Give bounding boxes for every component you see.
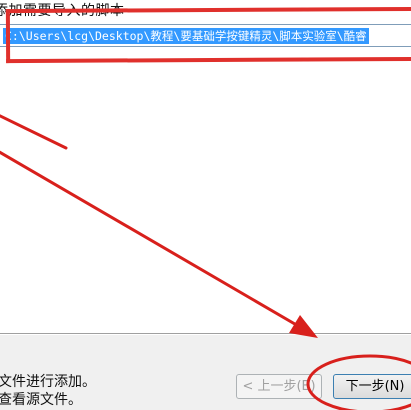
annotation-arrow-upper — [0, 114, 68, 150]
wizard-page: 添加需要导入的脚本 C:\Users\lcg\Desktop\教程\要基础学按键… — [0, 0, 411, 410]
help-text-line-2: 查看源文件。 — [0, 392, 82, 408]
back-button[interactable]: < 上一步(B) — [236, 374, 322, 399]
annotation-arrow-main — [0, 150, 314, 336]
help-text-line-1: 文件进行添加。 — [0, 374, 96, 390]
next-button[interactable]: 下一步(N) — [333, 374, 411, 399]
annotation-highlight-box — [5, 6, 411, 64]
